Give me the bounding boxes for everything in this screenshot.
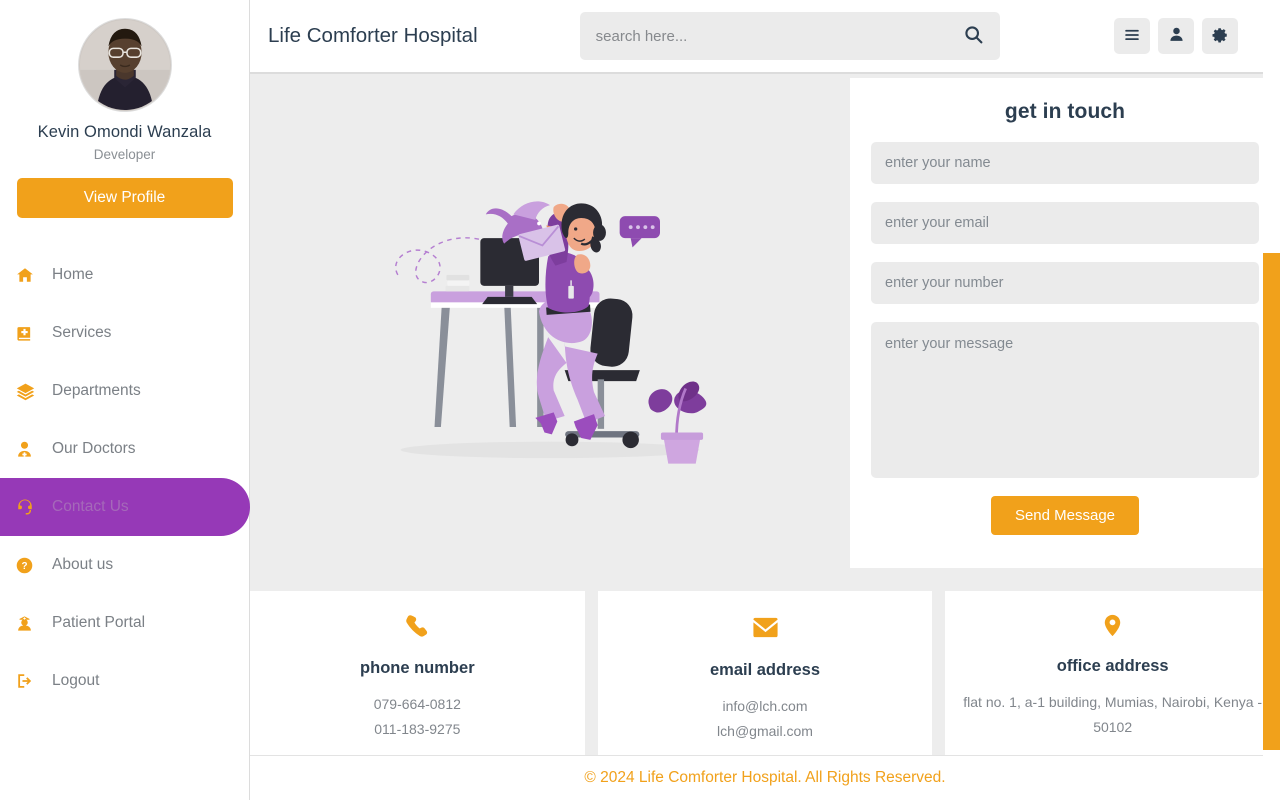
illustration-column	[250, 74, 850, 582]
number-input[interactable]	[871, 262, 1259, 304]
avatar-photo	[79, 19, 170, 111]
contact-section: get in touch Send Message	[250, 74, 1280, 582]
info-card-address: office address flat no. 1, a-1 building,…	[945, 591, 1280, 755]
contact-form-card: get in touch Send Message	[850, 78, 1280, 568]
sidebar-item-patient-portal[interactable]: Patient Portal	[0, 594, 249, 652]
hamburger-icon	[1123, 26, 1141, 47]
email-input[interactable]	[871, 202, 1259, 244]
search-icon	[963, 24, 984, 48]
sidebar-item-logout[interactable]: Logout	[0, 652, 249, 710]
info-card-line: 011-183-9275	[374, 721, 461, 738]
search-bar[interactable]	[579, 12, 1000, 60]
sidebar-item-label: Our Doctors	[52, 440, 136, 458]
sidebar-item-about-us[interactable]: ? About us	[0, 536, 249, 594]
sidebar-item-contact-us[interactable]: Contact Us	[0, 478, 250, 537]
book-medical-icon	[16, 325, 42, 342]
settings-button[interactable]	[1202, 18, 1238, 54]
headset-icon	[16, 498, 42, 516]
info-card-line: info@lch.com	[722, 698, 808, 714]
menu-button[interactable]	[1114, 18, 1150, 54]
contact-info-row: phone number 079-664-0812 011-183-9275 e…	[250, 591, 1280, 755]
message-textarea[interactable]	[871, 322, 1259, 478]
info-card-line: flat no. 1, a-1 building, Mumias, Nairob…	[963, 694, 1263, 736]
profile-name: Kevin Omondi Wanzala	[37, 123, 212, 141]
send-message-button[interactable]: Send Message	[990, 496, 1140, 535]
profile-role: Developer	[93, 147, 156, 163]
sidebar-item-label: Contact Us	[52, 498, 129, 516]
layers-icon	[16, 382, 42, 401]
header-actions	[1114, 18, 1262, 54]
customer-service-illustration	[395, 201, 707, 464]
sidebar-item-our-doctors[interactable]: Our Doctors	[0, 420, 249, 478]
info-card-line: 079-664-0812	[373, 696, 461, 712]
sidebar-item-label: Home	[52, 266, 94, 284]
page-scrollbar-track[interactable]	[1263, 0, 1280, 800]
map-pin-icon	[1100, 613, 1125, 643]
logout-icon	[16, 672, 42, 690]
page-title: Life Comforter Hospital	[268, 24, 478, 47]
sidebar-nav: Home Services Departments Our Doctors Co…	[0, 246, 250, 710]
sidebar-item-label: About us	[52, 556, 114, 574]
info-card-title: office address	[1056, 657, 1169, 675]
sidebar-item-label: Departments	[52, 382, 141, 400]
phone-icon	[404, 613, 431, 645]
page-scrollbar-thumb[interactable]	[1263, 253, 1280, 750]
footer-text: © 2024 Life Comforter Hospital. All Righ…	[584, 769, 946, 786]
user-doctor-icon	[16, 441, 42, 458]
user-button[interactable]	[1158, 18, 1194, 54]
user-icon	[1168, 26, 1185, 46]
question-circle-icon: ?	[16, 557, 42, 574]
content-area: get in touch Send Message phone number	[250, 74, 1280, 800]
name-input[interactable]	[871, 142, 1259, 184]
profile-block: Kevin Omondi Wanzala Developer View Prof…	[0, 18, 249, 219]
info-card-title: email address	[709, 661, 821, 679]
sidebar-item-label: Patient Portal	[52, 614, 146, 632]
top-header: Life Comforter Hospital	[250, 0, 1280, 74]
sidebar-item-home[interactable]: Home	[0, 246, 249, 304]
form-title: get in touch	[1004, 100, 1126, 123]
sidebar-item-label: Services	[52, 324, 112, 342]
info-card-email: email address info@lch.com lch@gmail.com	[597, 591, 933, 755]
envelope-icon	[751, 613, 780, 647]
avatar	[77, 18, 172, 112]
info-card-title: phone number	[360, 659, 475, 677]
footer: © 2024 Life Comforter Hospital. All Righ…	[250, 755, 1280, 800]
main-area: Life Comforter Hospital search here... g…	[250, 0, 1280, 800]
user-nurse-icon	[16, 615, 42, 632]
sidebar-item-services[interactable]: Services	[0, 304, 249, 362]
app-root: Kevin Omondi Wanzala Developer View Prof…	[0, 0, 1280, 800]
sidebar: Kevin Omondi Wanzala Developer View Prof…	[0, 0, 250, 800]
view-profile-button[interactable]: View Profile	[16, 178, 233, 219]
search-input[interactable]	[595, 27, 963, 45]
sidebar-item-label: Logout	[52, 672, 100, 690]
sidebar-item-departments[interactable]: Departments	[0, 362, 249, 420]
gear-icon	[1211, 26, 1229, 47]
search-button[interactable]	[963, 24, 984, 48]
info-card-phone: phone number 079-664-0812 011-183-9275	[250, 591, 585, 755]
info-card-line: lch@gmail.com	[717, 723, 813, 740]
home-icon	[16, 266, 42, 284]
svg-text:?: ?	[21, 561, 27, 572]
